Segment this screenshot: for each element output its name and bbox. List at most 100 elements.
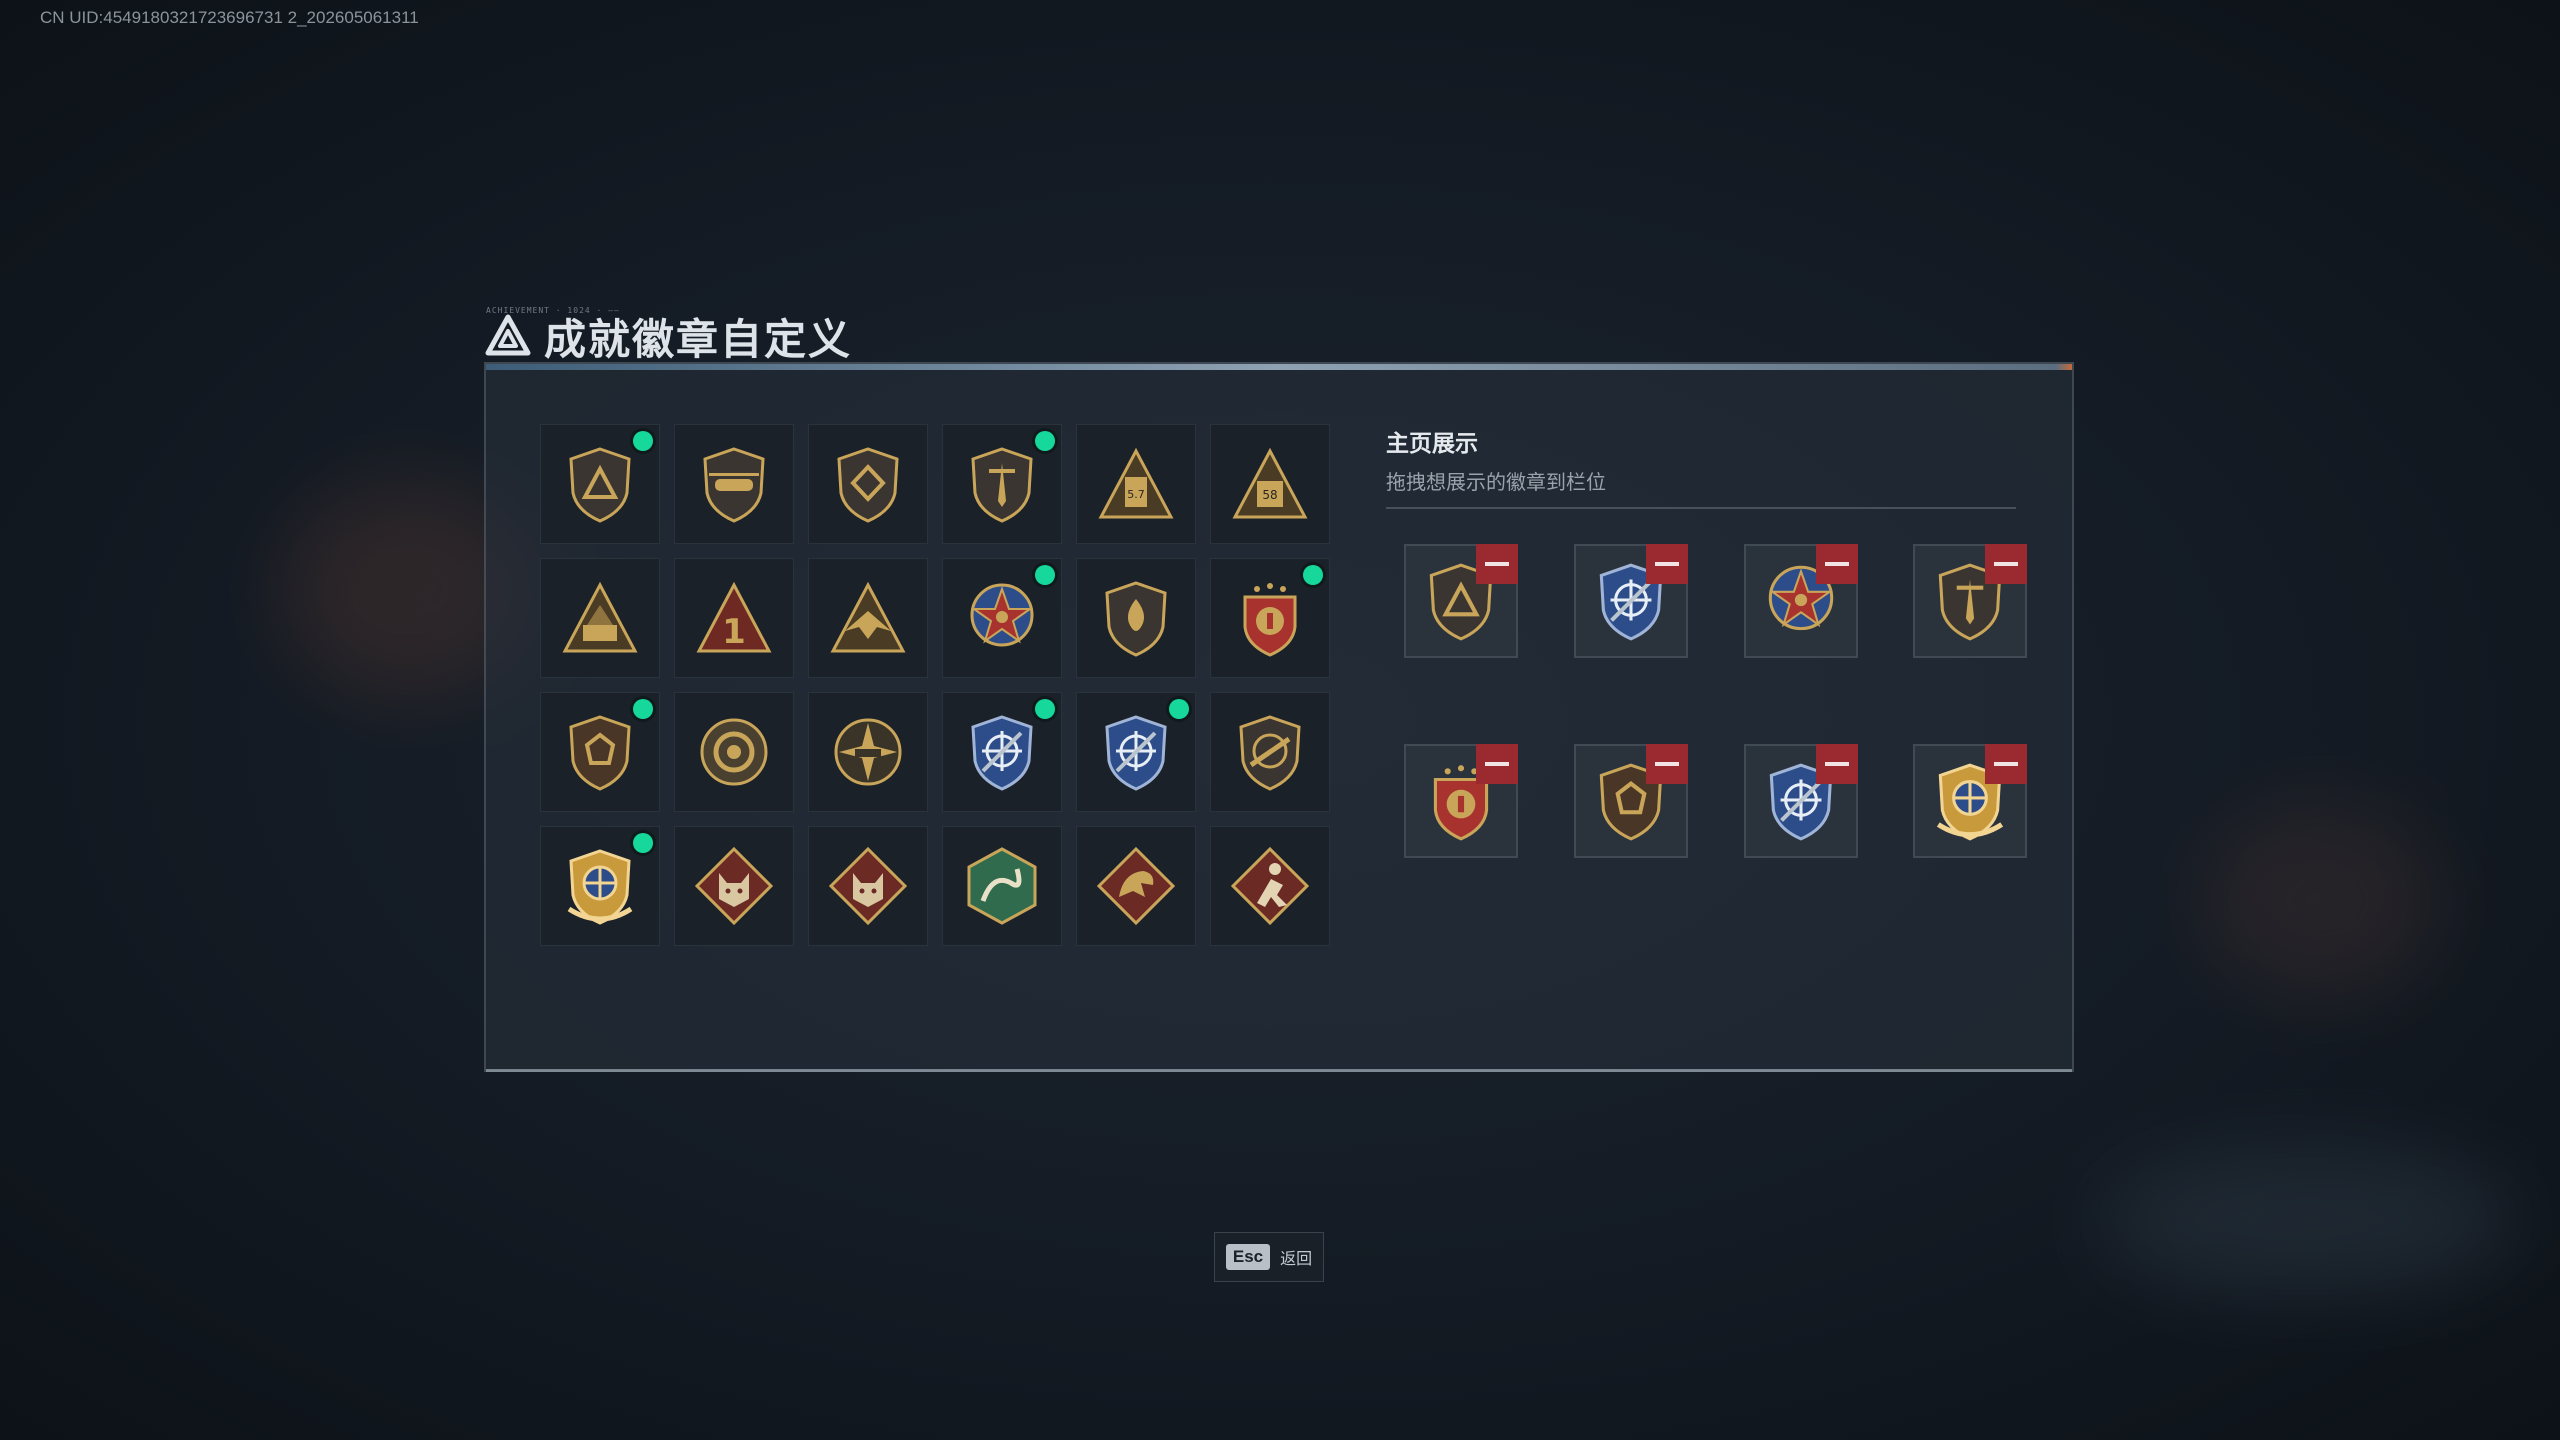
page-title: 成就徽章自定义 <box>544 314 853 364</box>
remove-badge-button[interactable] <box>1646 544 1688 584</box>
badge-cell[interactable]: 58 <box>1210 424 1330 544</box>
wolf-diamond-badge-icon <box>694 846 774 926</box>
background-glow <box>2200 800 2440 1000</box>
showcase-subtitle: 拖拽想展示的徽章到栏位 <box>1386 470 1606 494</box>
remove-badge-button[interactable] <box>1985 544 2027 584</box>
badge-cell[interactable] <box>540 558 660 678</box>
uid-label: CN UID:4549180321723696731 2_20260506131… <box>40 8 419 27</box>
svg-text:5.7: 5.7 <box>1127 488 1145 501</box>
number-one-triangle-badge-icon: 1 <box>696 581 772 653</box>
crosshair-blue-shield-badge-icon <box>1105 715 1167 791</box>
badge-cell[interactable] <box>942 424 1062 544</box>
remove-badge-button[interactable] <box>1476 544 1518 584</box>
serpent-hexagon-badge-icon <box>967 847 1037 925</box>
new-indicator-dot <box>1035 565 1055 585</box>
panel-top-bar <box>486 364 2072 370</box>
gem-shield-badge-icon <box>569 715 631 791</box>
remove-badge-button[interactable] <box>1476 744 1518 784</box>
triangle-logo-icon <box>485 314 531 356</box>
badge-cell[interactable]: 1 <box>674 558 794 678</box>
panel-bottom-edge <box>486 1069 2072 1072</box>
showcase-slot[interactable] <box>1404 544 1518 658</box>
new-indicator-dot <box>1169 699 1189 719</box>
badge-cell[interactable] <box>942 826 1062 946</box>
new-indicator-dot <box>633 833 653 853</box>
minus-icon <box>1485 762 1509 766</box>
minus-icon <box>1825 762 1849 766</box>
wolf-diamond-badge-icon <box>828 846 908 926</box>
minus-icon <box>1655 562 1679 566</box>
new-indicator-dot <box>1035 699 1055 719</box>
tank-star-badge-icon <box>834 718 902 786</box>
showcase-slots <box>1386 544 2027 874</box>
minus-icon <box>1655 762 1679 766</box>
badge-cell[interactable] <box>942 558 1062 678</box>
diamond-shield-badge-icon <box>837 447 899 523</box>
star-crest-badge-icon <box>1243 583 1297 657</box>
badge-cell[interactable] <box>1076 826 1196 946</box>
background-glow <box>2100 1150 2520 1290</box>
flame-shield-badge-icon <box>1105 581 1167 657</box>
back-label: 返回 <box>1280 1249 1313 1268</box>
ammo-58-triangle-badge-icon: 58 <box>1232 447 1308 519</box>
badge-grid: 5.7 58 1 <box>540 424 1330 946</box>
remove-badge-button[interactable] <box>1816 744 1858 784</box>
new-indicator-dot <box>633 431 653 451</box>
showcase-title: 主页展示 <box>1386 431 1478 457</box>
showcase-slot[interactable] <box>1744 744 1858 858</box>
new-indicator-dot <box>633 699 653 719</box>
esc-key-icon: Esc <box>1225 1244 1271 1270</box>
homepage-showcase-header: 主页展示 拖拽想展示的徽章到栏位 <box>1386 424 2016 509</box>
new-indicator-dot <box>1303 565 1323 585</box>
soldier-diamond-badge-icon <box>1230 846 1310 926</box>
rocket-triangle-badge-icon <box>562 581 638 653</box>
badge-cell[interactable] <box>942 692 1062 812</box>
badge-cell[interactable] <box>1076 692 1196 812</box>
minus-icon <box>1994 762 2018 766</box>
minus-icon <box>1485 562 1509 566</box>
badge-cell[interactable] <box>808 692 928 812</box>
badge-cell[interactable] <box>808 424 928 544</box>
showcase-slot[interactable] <box>1574 744 1688 858</box>
remove-badge-button[interactable] <box>1816 544 1858 584</box>
badge-cell[interactable] <box>1210 558 1330 678</box>
badge-cell[interactable] <box>540 692 660 812</box>
badge-cell[interactable] <box>1210 826 1330 946</box>
badge-cell[interactable] <box>540 826 660 946</box>
badge-customization-panel: 5.7 58 1 主页展示 拖拽想展示的徽章到栏位 <box>484 362 2074 1072</box>
minus-icon <box>1994 562 2018 566</box>
minus-icon <box>1825 562 1849 566</box>
triangle-shield-badge-icon <box>569 447 631 523</box>
star-medal-badge-icon <box>970 583 1034 647</box>
helicopter-badge-icon <box>703 447 765 523</box>
svg-text:1: 1 <box>722 612 746 652</box>
back-button[interactable]: Esc 返回 <box>1214 1232 1324 1282</box>
badge-cell[interactable] <box>674 692 794 812</box>
badge-cell[interactable] <box>674 826 794 946</box>
badge-cell[interactable] <box>674 424 794 544</box>
showcase-slot[interactable] <box>1404 744 1518 858</box>
badge-cell[interactable] <box>1076 558 1196 678</box>
divider <box>1386 507 2016 509</box>
ammo-57-triangle-badge-icon: 5.7 <box>1098 447 1174 519</box>
showcase-slot[interactable] <box>1744 544 1858 658</box>
badge-cell[interactable]: 5.7 <box>1076 424 1196 544</box>
eagle-triangle-badge-icon <box>830 581 906 653</box>
dagger-shield-badge-icon <box>971 447 1033 523</box>
rifle-shield-badge-icon <box>1239 715 1301 791</box>
crosshair-blue-shield-badge-icon <box>971 715 1033 791</box>
dragon-diamond-badge-icon <box>1096 846 1176 926</box>
remove-badge-button[interactable] <box>1646 744 1688 784</box>
showcase-slot[interactable] <box>1913 544 2027 658</box>
badge-cell[interactable] <box>540 424 660 544</box>
badge-cell[interactable] <box>1210 692 1330 812</box>
svg-text:58: 58 <box>1262 488 1277 502</box>
panel-header: 成就徽章自定义 <box>484 308 852 364</box>
showcase-slot[interactable] <box>1913 744 2027 858</box>
remove-badge-button[interactable] <box>1985 744 2027 784</box>
showcase-slot[interactable] <box>1574 544 1688 658</box>
new-indicator-dot <box>1035 431 1055 451</box>
badge-cell[interactable] <box>808 558 928 678</box>
gold-crosshair-crest-badge-icon <box>567 849 633 925</box>
badge-cell[interactable] <box>808 826 928 946</box>
